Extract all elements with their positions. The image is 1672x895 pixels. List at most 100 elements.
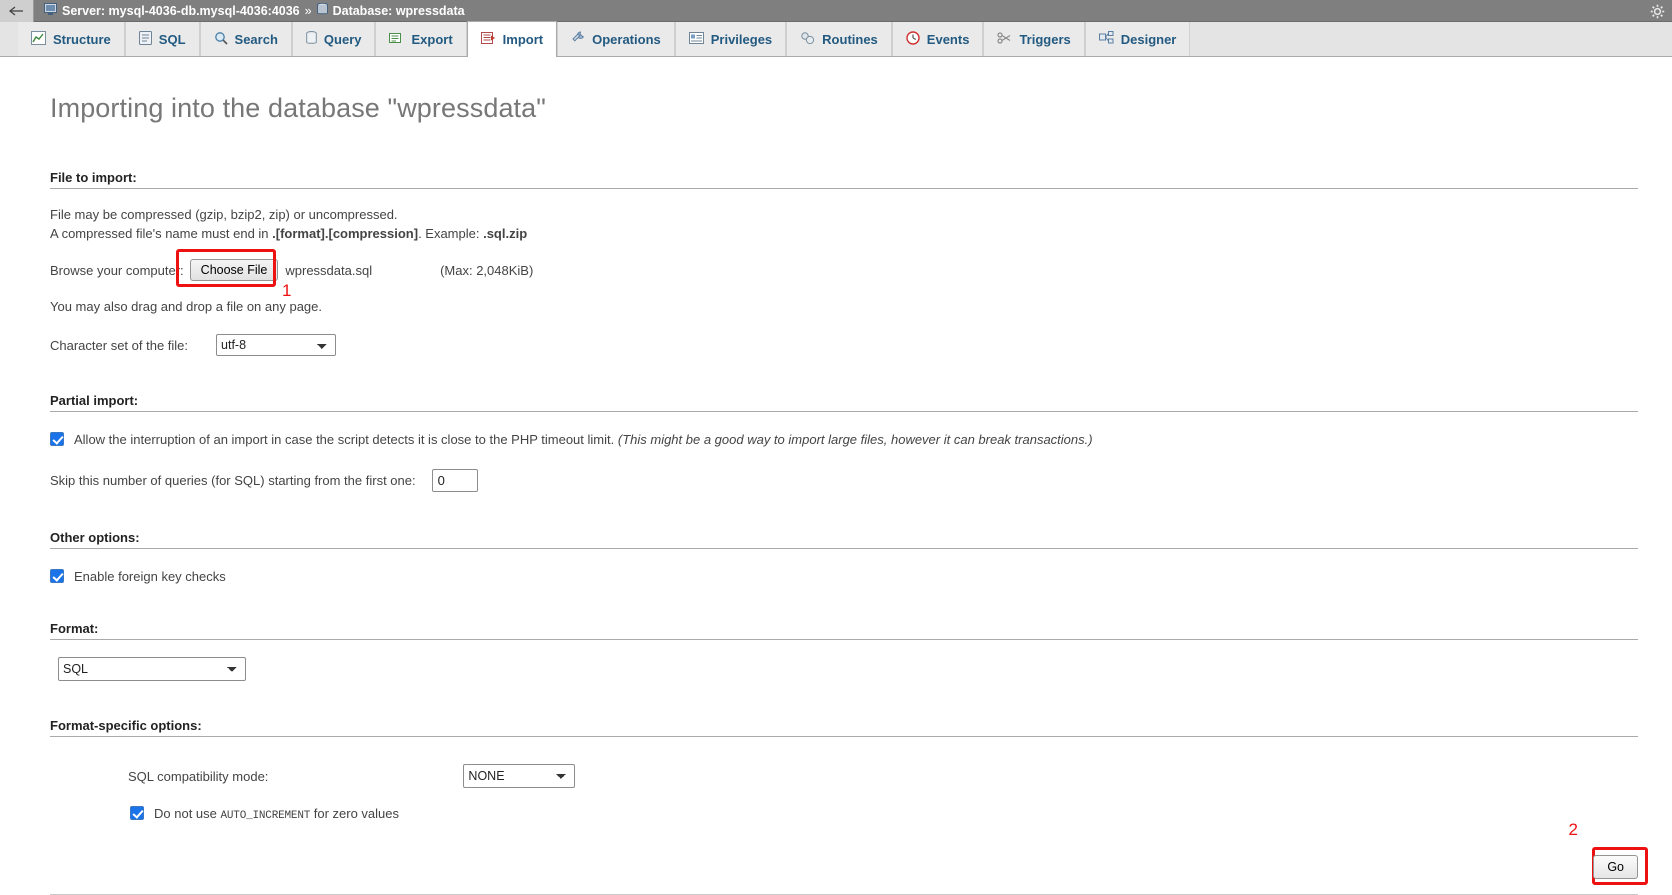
allow-interrupt-label: Allow the interruption of an import in c…	[74, 432, 1093, 447]
sql-icon	[139, 31, 152, 48]
tab-sql[interactable]: SQL	[125, 22, 200, 56]
tab-export[interactable]: Export	[375, 22, 466, 56]
tab-label: Structure	[53, 32, 111, 47]
tab-label: Designer	[1121, 32, 1177, 47]
format-select[interactable]: SQL	[58, 657, 246, 681]
tab-events[interactable]: Events	[892, 22, 984, 56]
note-example-token: .sql.zip	[483, 226, 527, 241]
section-divider	[50, 736, 1638, 737]
tab-designer[interactable]: Designer	[1085, 22, 1191, 56]
page-title: Importing into the database "wpressdata"	[50, 93, 1654, 124]
allow-interrupt-row: Allow the interruption of an import in c…	[50, 432, 1654, 447]
file-to-import-heading: File to import:	[50, 170, 1654, 185]
tab-label: Events	[927, 32, 970, 47]
allow-interrupt-note: (This might be a good way to import larg…	[618, 432, 1093, 447]
auto-increment-label: Do not use AUTO_INCREMENT for zero value…	[154, 806, 399, 824]
database-label: Database: wpressdata	[333, 4, 465, 18]
auto-increment-keyword: AUTO_INCREMENT	[221, 810, 311, 822]
tab-label: Routines	[822, 32, 878, 47]
tab-import[interactable]: Import	[467, 21, 557, 57]
charset-select[interactable]: utf-8	[216, 334, 336, 356]
tab-privileges[interactable]: Privileges	[675, 22, 786, 56]
tab-label: SQL	[159, 32, 186, 47]
tab-label: Query	[324, 32, 362, 47]
browse-label: Browse your computer:	[50, 263, 184, 278]
skip-queries-input[interactable]	[432, 469, 478, 492]
charset-row: Character set of the file: utf-8	[50, 334, 1654, 356]
selected-file-name: wpressdata.sql	[285, 263, 372, 278]
tab-search[interactable]: Search	[200, 22, 292, 56]
tab-triggers[interactable]: Triggers	[983, 22, 1084, 56]
skip-queries-label: Skip this number of queries (for SQL) st…	[50, 471, 416, 490]
triggers-icon	[997, 32, 1012, 47]
auto-increment-prefix: Do not use	[154, 806, 221, 821]
allow-interrupt-checkbox[interactable]	[50, 432, 64, 446]
tab-label: Export	[411, 32, 452, 47]
tab-label: Search	[235, 32, 278, 47]
foreign-key-checks-checkbox[interactable]	[50, 569, 64, 583]
export-icon	[389, 31, 404, 48]
go-button[interactable]: Go	[1593, 855, 1638, 879]
auto-increment-checkbox[interactable]	[130, 806, 144, 820]
format-select-wrap: SQL	[58, 657, 1654, 681]
format-specific-heading: Format-specific options:	[50, 718, 1654, 733]
import-icon	[481, 31, 496, 48]
sql-compatibility-label: SQL compatibility mode:	[128, 767, 268, 786]
other-options-heading: Other options:	[50, 530, 1654, 545]
note-format-token: .[format].[compression]	[272, 226, 418, 241]
tab-structure[interactable]: Structure	[18, 22, 125, 56]
auto-increment-row: Do not use AUTO_INCREMENT for zero value…	[130, 806, 1654, 824]
tab-label: Triggers	[1019, 32, 1070, 47]
submit-row: 2 Go	[34, 824, 1654, 894]
main-tab-bar: Structure SQL Search Query	[0, 22, 1672, 57]
note-mid: . Example:	[418, 226, 483, 241]
server-breadcrumb-bar: Server: mysql-4036-db.mysql-4036:4036 » …	[0, 0, 1672, 22]
search-icon	[214, 31, 228, 48]
database-icon	[317, 3, 328, 18]
allow-interrupt-text: Allow the interruption of an import in c…	[74, 432, 614, 447]
breadcrumb-separator: »	[305, 4, 312, 18]
compression-note-line1: File may be compressed (gzip, bzip2, zip…	[50, 205, 1654, 224]
max-upload-size: (Max: 2,048KiB)	[440, 263, 533, 278]
auto-increment-suffix: for zero values	[310, 806, 399, 821]
charset-label: Character set of the file:	[50, 338, 188, 353]
tab-operations[interactable]: Operations	[557, 22, 675, 56]
section-divider	[50, 548, 1638, 549]
skip-queries-row: Skip this number of queries (for SQL) st…	[50, 469, 1654, 492]
annotation-number-1: 1	[282, 281, 291, 301]
section-divider	[50, 188, 1638, 189]
partial-import-heading: Partial import:	[50, 393, 1654, 408]
designer-icon	[1099, 31, 1114, 47]
routines-icon	[800, 31, 815, 48]
sql-compatibility-row: SQL compatibility mode: NONE	[128, 764, 1654, 788]
section-divider	[50, 639, 1638, 640]
tab-label: Operations	[592, 32, 661, 47]
wrench-icon	[571, 31, 585, 48]
back-arrow-icon	[9, 6, 25, 16]
clock-icon	[906, 31, 920, 48]
format-heading: Format:	[50, 621, 1654, 636]
gear-icon	[1650, 4, 1665, 19]
settings-button[interactable]	[1648, 2, 1666, 20]
compression-note-line2: A compressed file's name must end in .[f…	[50, 224, 1654, 243]
tab-label: Import	[503, 32, 543, 47]
structure-icon	[31, 31, 46, 48]
section-divider	[50, 411, 1638, 412]
breadcrumb: Server: mysql-4036-db.mysql-4036:4036 » …	[34, 3, 465, 18]
sql-compatibility-select[interactable]: NONE	[463, 764, 575, 788]
foreign-key-checks-label: Enable foreign key checks	[74, 569, 226, 584]
tab-label: Privileges	[711, 32, 772, 47]
server-icon	[44, 3, 57, 18]
note-prefix: A compressed file's name must end in	[50, 226, 272, 241]
browse-row: Browse your computer: Choose File wpress…	[50, 259, 1654, 281]
tab-query[interactable]: Query	[292, 22, 376, 56]
query-icon	[306, 31, 317, 48]
back-button[interactable]	[0, 0, 34, 22]
annotation-number-2: 2	[1569, 820, 1578, 840]
choose-file-button[interactable]: Choose File	[190, 259, 279, 281]
server-label: Server: mysql-4036-db.mysql-4036:4036	[62, 4, 300, 18]
privileges-icon	[689, 32, 704, 47]
import-page: Importing into the database "wpressdata"…	[0, 57, 1672, 895]
foreign-key-checks-row: Enable foreign key checks	[50, 569, 1654, 584]
tab-routines[interactable]: Routines	[786, 22, 892, 56]
